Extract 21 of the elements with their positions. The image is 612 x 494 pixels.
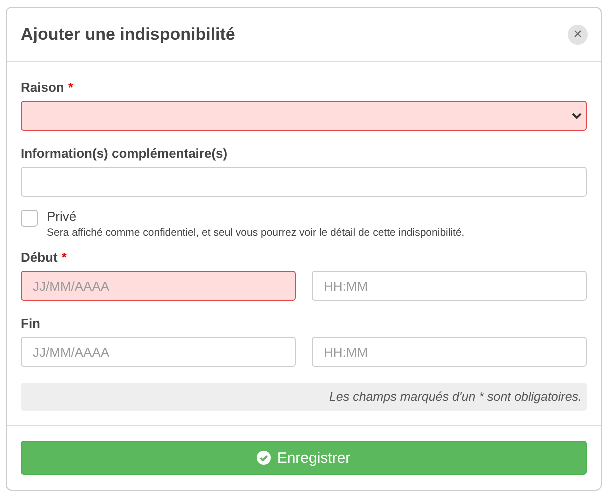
time-field[interactable]: HH:MM — [312, 271, 587, 301]
select-field[interactable] — [21, 101, 587, 131]
field-label: Raison — [21, 80, 64, 94]
field-label: Début — [21, 250, 58, 264]
field-label: Information(s) complémentaire(s) — [21, 146, 228, 160]
text-field[interactable] — [21, 167, 587, 197]
dialog-title: Ajouter une indisponibilité — [21, 24, 236, 44]
field-label: Fin — [21, 316, 40, 330]
required-mark: * — [68, 80, 74, 94]
check-circle-icon — [257, 451, 272, 465]
close-button[interactable]: × — [568, 24, 588, 44]
checkbox[interactable] — [21, 210, 38, 227]
time-field[interactable]: HH:MM — [312, 337, 587, 367]
date-field[interactable]: JJ/MM/AAAA — [21, 337, 296, 367]
required-mark: * — [62, 250, 67, 264]
chevron-down-icon — [572, 112, 582, 120]
save-button[interactable]: Enregistrer — [21, 441, 587, 475]
help-text: Sera affiché comme confidentiel, et seul vous pourrez voir le détail de cette indisponibilité. — [47, 227, 465, 239]
required-note: Les champs marqués d'un * sont obligatoires. — [21, 383, 587, 411]
date-field[interactable]: JJ/MM/AAAA — [21, 271, 296, 301]
checkbox-label: Privé — [47, 209, 78, 225]
